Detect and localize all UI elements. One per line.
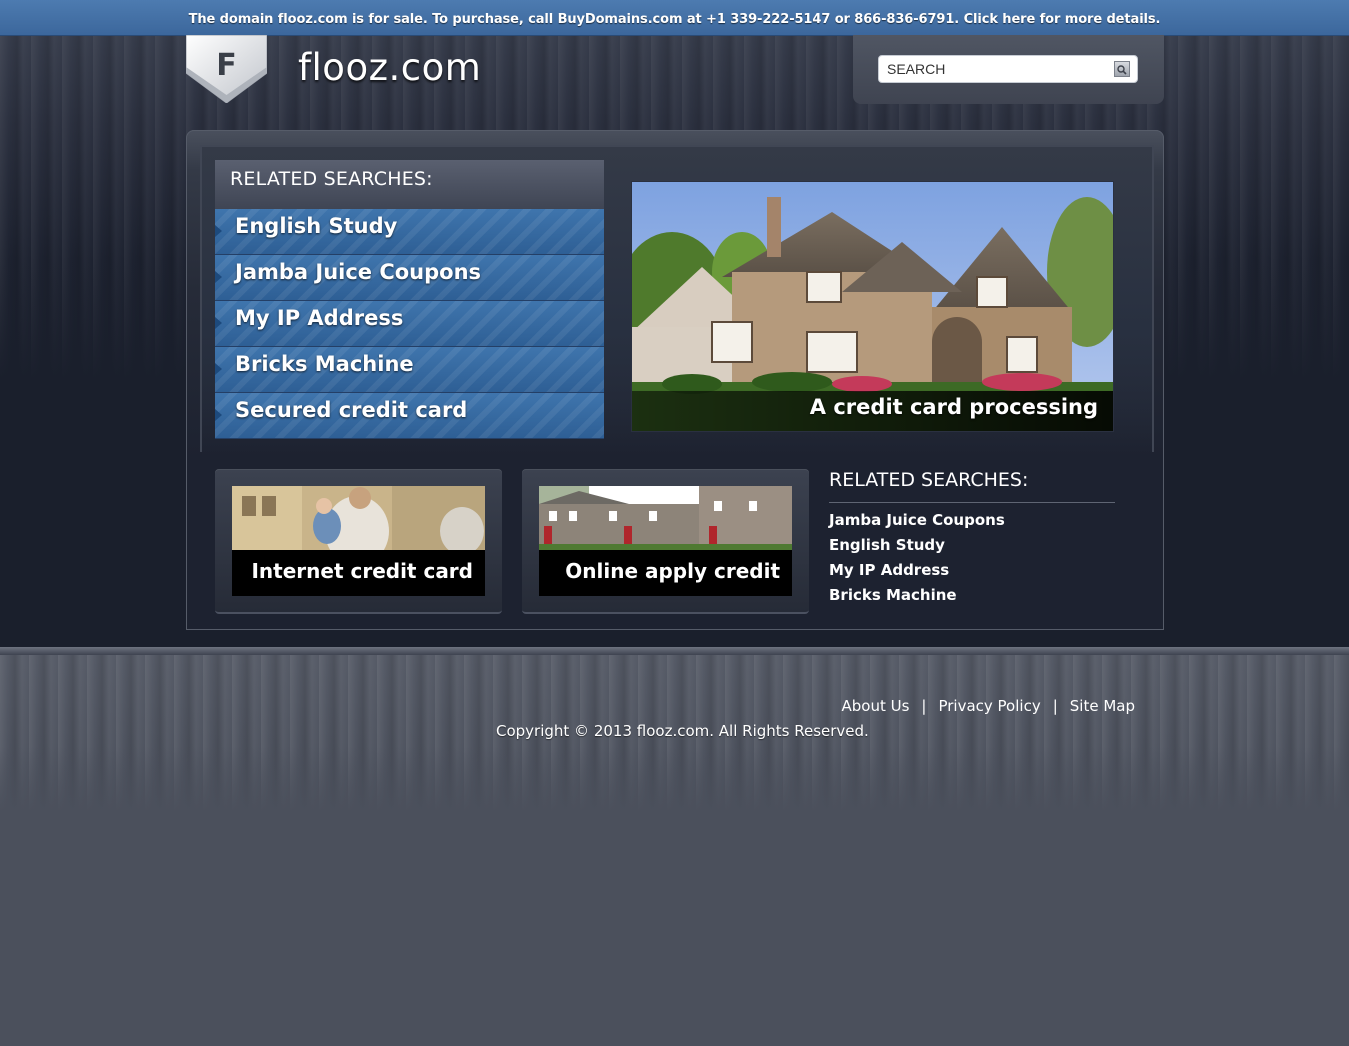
footer-separator: | (921, 697, 927, 715)
search-icon (1117, 65, 1127, 75)
side-related-search-link[interactable]: Bricks Machine (829, 583, 1005, 608)
page-background-bottom (0, 647, 1349, 1046)
footer-link-about-us[interactable]: About Us (841, 697, 909, 715)
townhouse-photo-image (539, 486, 792, 550)
thumbnail-caption-bar: Online apply credit (539, 550, 792, 596)
hero-banner[interactable]: A credit card processing (631, 181, 1114, 432)
thumbnail-caption: Online apply credit (565, 559, 780, 583)
hero-caption: A credit card processing (809, 395, 1098, 419)
thumbnail-caption: Internet credit card (251, 559, 473, 583)
related-search-label: English Study (235, 214, 398, 238)
thumbnail-card: Online apply credit (522, 469, 809, 614)
footer-links: About Us | Privacy Policy | Site Map (841, 697, 1135, 715)
side-related-search-link[interactable]: My IP Address (829, 558, 1005, 583)
footer-separator: | (1052, 697, 1058, 715)
related-searches-list: English Study Jamba Juice Coupons My IP … (215, 209, 604, 439)
related-search-label: Jamba Juice Coupons (235, 260, 482, 284)
search-field (878, 55, 1138, 83)
logo-shield-icon: F (186, 35, 267, 103)
footer-link-site-map[interactable]: Site Map (1070, 697, 1135, 715)
footer-link-privacy-policy[interactable]: Privacy Policy (938, 697, 1040, 715)
side-related-search-link[interactable]: Jamba Juice Coupons (829, 508, 1005, 533)
sale-banner-link[interactable]: The domain flooz.com is for sale. To pur… (189, 12, 1161, 27)
related-searches-title: RELATED SEARCHES: (230, 168, 433, 190)
side-related-search-link[interactable]: English Study (829, 533, 1005, 558)
related-search-label: My IP Address (235, 306, 404, 330)
thumbnail-link[interactable]: Internet credit card (232, 486, 485, 596)
related-search-label: Bricks Machine (235, 352, 414, 376)
thumbnail-caption-bar: Internet credit card (232, 550, 485, 596)
search-button[interactable] (1114, 61, 1130, 77)
footer-divider (0, 647, 1349, 655)
related-search-link[interactable]: Bricks Machine (215, 347, 604, 393)
thumbnail-link[interactable]: Online apply credit (539, 486, 792, 596)
sale-banner: The domain flooz.com is for sale. To pur… (0, 0, 1349, 36)
side-related-divider (829, 502, 1115, 503)
family-photo-image (232, 486, 485, 550)
related-search-link[interactable]: Secured credit card (215, 393, 604, 439)
search-input[interactable] (887, 60, 1107, 78)
related-search-link[interactable]: My IP Address (215, 301, 604, 347)
hero-caption-bar: A credit card processing (632, 391, 1113, 431)
side-related-searches-list: Jamba Juice Coupons English Study My IP … (829, 508, 1005, 608)
related-search-link[interactable]: English Study (215, 209, 604, 255)
thumbnail-card: Internet credit card (215, 469, 502, 614)
logo-badge[interactable]: F (186, 35, 267, 103)
related-search-label: Secured credit card (235, 398, 468, 422)
search-panel (853, 35, 1164, 104)
site-name[interactable]: flooz.com (298, 46, 481, 89)
svg-text:F: F (216, 48, 237, 83)
side-related-searches-title: RELATED SEARCHES: (829, 469, 1029, 491)
related-search-link[interactable]: Jamba Juice Coupons (215, 255, 604, 301)
copyright-text: Copyright © 2013 flooz.com. All Rights R… (496, 722, 869, 740)
